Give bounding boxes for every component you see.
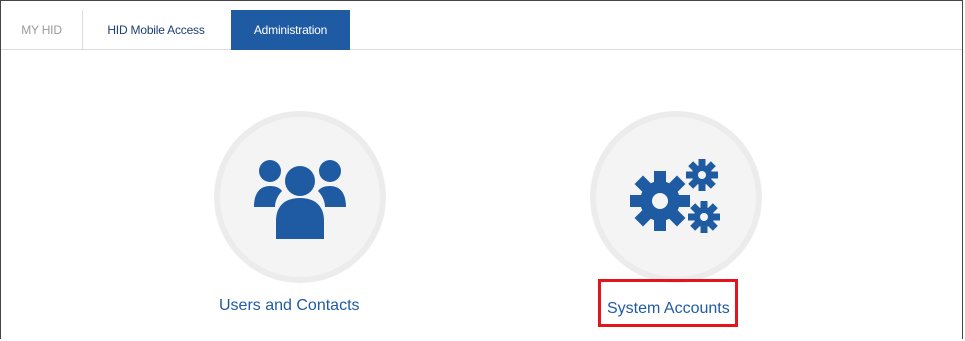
system-accounts-tile[interactable]: [590, 111, 762, 283]
tab-administration[interactable]: Administration: [231, 10, 350, 50]
system-accounts-link[interactable]: System Accounts: [598, 279, 738, 327]
tab-label: MY HID: [21, 23, 62, 37]
tab-label: Administration: [253, 23, 328, 37]
users-icon: [254, 160, 346, 239]
tab-label: HID Mobile Access: [107, 23, 205, 37]
users-and-contacts-tile[interactable]: [214, 111, 386, 283]
tab-hid-mobile-access[interactable]: HID Mobile Access: [83, 10, 229, 50]
tab-bar: MY HID HID Mobile Access Administration: [1, 1, 962, 50]
admin-window: MY HID HID Mobile Access Administration …: [0, 0, 963, 339]
gears-icon: [630, 159, 720, 233]
tab-my-hid[interactable]: MY HID: [1, 10, 83, 50]
users-and-contacts-link[interactable]: Users and Contacts: [219, 297, 360, 315]
